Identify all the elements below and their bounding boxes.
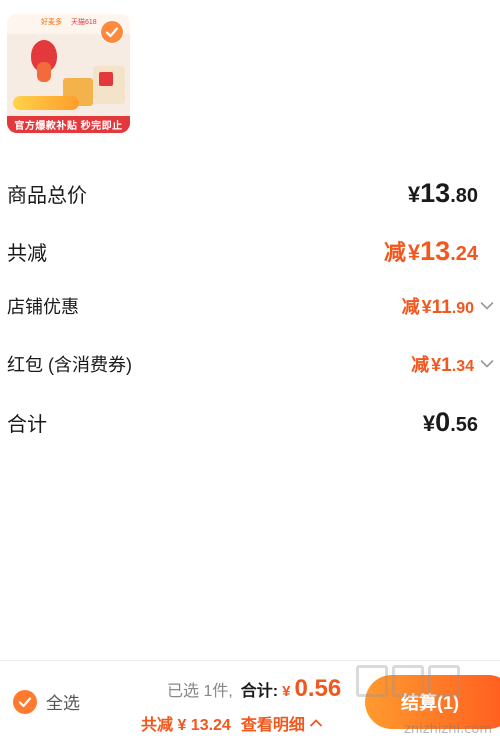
select-all-label: 全选 bbox=[46, 694, 80, 713]
amount-decimal: .90 bbox=[451, 300, 474, 317]
amount-integer: 13 bbox=[420, 178, 451, 208]
row-store-discount[interactable]: 店铺优惠 减 ¥ 11 .90 bbox=[7, 293, 494, 319]
yen-symbol: ¥ bbox=[422, 411, 436, 436]
checkout-bar: 全选 已选 1件, 合计: ¥0.56 共减 ¥ 13.24 查看明细 结算(1… bbox=[0, 660, 500, 743]
row-goods-total: 商品总价 ¥ 13 .80 bbox=[7, 178, 478, 209]
product-thumbnail[interactable]: 好麦多 天猫618 官方爆款补贴 秒完即止 bbox=[7, 14, 130, 133]
yen-symbol: ¥ bbox=[421, 297, 432, 317]
yen-symbol: ¥ bbox=[282, 683, 291, 700]
amount-decimal: .34 bbox=[451, 358, 474, 375]
check-icon bbox=[105, 27, 119, 38]
selection-summary: 已选 1件, 合计: ¥0.56 bbox=[167, 675, 341, 703]
row-label: 共减 bbox=[7, 242, 47, 265]
amount-integer: 13 bbox=[420, 236, 451, 266]
product-box-mark bbox=[99, 72, 113, 86]
total-label: 合计: bbox=[240, 683, 279, 700]
total-discount-amount: 减 ¥ 13 .24 bbox=[384, 235, 478, 267]
row-label: 红包 (含消费券) bbox=[7, 355, 132, 375]
red-packet-amount: 减 ¥ 1 .34 bbox=[411, 351, 474, 377]
selected-count: 已选 1件, bbox=[167, 683, 233, 700]
discount-prefix: 减 bbox=[383, 240, 406, 265]
discount-prefix: 减 bbox=[411, 355, 430, 375]
amount-integer: 11 bbox=[431, 297, 452, 318]
flame-base-graphic bbox=[37, 62, 51, 82]
check-circle-icon[interactable] bbox=[13, 689, 37, 714]
row-grand-total: 合计 ¥ 0 .56 bbox=[7, 407, 478, 438]
amount-integer: 1 bbox=[441, 355, 452, 376]
yen-symbol: ¥ bbox=[407, 240, 421, 265]
amount-decimal: .80 bbox=[450, 185, 478, 207]
store-discount-amount: 减 ¥ 11 .90 bbox=[402, 293, 474, 319]
total-number: 0.56 bbox=[294, 675, 342, 702]
view-details-link[interactable]: 查看明细 bbox=[241, 711, 323, 735]
checkout-button[interactable]: 结算(1) bbox=[365, 675, 500, 729]
discount-prefix: 减 bbox=[401, 297, 420, 317]
item-selected-badge[interactable] bbox=[100, 20, 124, 44]
yen-symbol: ¥ bbox=[407, 182, 421, 207]
select-all-toggle[interactable]: 全选 bbox=[13, 689, 80, 714]
amount-integer: 0 bbox=[435, 407, 451, 437]
price-chip-graphic bbox=[13, 96, 79, 110]
row-label: 商品总价 bbox=[7, 185, 87, 207]
row-label: 合计 bbox=[7, 414, 47, 436]
thumbnail-brand-right: 天猫618 bbox=[71, 19, 97, 26]
goods-total-amount: ¥ 13 .80 bbox=[408, 178, 478, 209]
view-details-label: 查看明细 bbox=[240, 717, 305, 734]
chevron-down-icon[interactable] bbox=[480, 301, 494, 311]
row-red-packet[interactable]: 红包 (含消费券) 减 ¥ 1 .34 bbox=[7, 351, 494, 377]
amount-decimal: .56 bbox=[450, 414, 478, 436]
total-value: ¥0.56 bbox=[282, 675, 341, 703]
thumbnail-brand-left: 好麦多 bbox=[41, 19, 62, 26]
row-total-discount: 共减 减 ¥ 13 .24 bbox=[7, 235, 478, 267]
thumbnail-banner: 官方爆款补贴 秒完即止 bbox=[7, 116, 130, 133]
yen-symbol: ¥ bbox=[431, 355, 442, 375]
amount-decimal: .24 bbox=[450, 243, 478, 265]
discount-summary[interactable]: 共减 ¥ 13.24 查看明细 bbox=[141, 711, 323, 735]
chevron-down-icon[interactable] bbox=[480, 359, 494, 369]
chevron-up-icon bbox=[309, 719, 322, 727]
discount-text: 共减 ¥ 13.24 bbox=[141, 717, 231, 734]
row-label: 店铺优惠 bbox=[7, 297, 79, 317]
grand-total-amount: ¥ 0 .56 bbox=[423, 407, 478, 438]
